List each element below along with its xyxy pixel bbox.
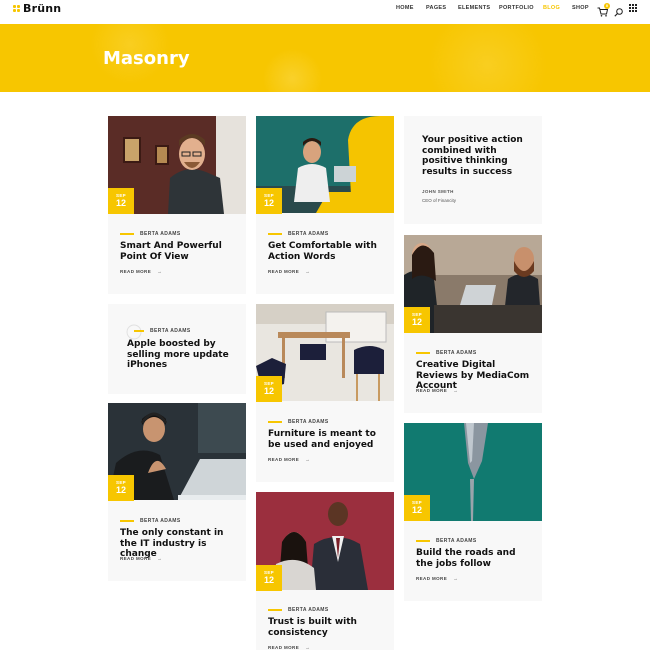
logo-text: Brünn — [23, 2, 62, 15]
nav-home[interactable]: HOME — [396, 5, 414, 11]
post-author[interactable]: BERTA ADAMS — [288, 607, 329, 613]
post-title[interactable]: Smart And Powerful Point Of View — [120, 241, 236, 262]
date-badge: SEP 12 — [256, 565, 282, 591]
post-author[interactable]: BERTA ADAMS — [436, 350, 477, 356]
nav-pages[interactable]: PAGES — [426, 5, 446, 11]
blog-card[interactable]: SEP 12 BERTA ADAMS Creative Digital Revie… — [404, 235, 542, 413]
arrow-right-icon: → — [305, 457, 311, 462]
post-title[interactable]: Apple boosted by selling more update iPh… — [127, 339, 237, 371]
post-title[interactable]: The only constant in the IT industry is … — [120, 528, 236, 560]
blog-card[interactable]: BERTA ADAMS Apple boosted by selling mor… — [108, 304, 246, 394]
post-author[interactable]: BERTA ADAMS — [436, 538, 477, 544]
post-meta: BERTA ADAMS — [416, 350, 477, 356]
nav-shop[interactable]: SHOP — [572, 5, 589, 11]
post-meta: BERTA ADAMS — [120, 231, 181, 237]
quote-author: JOHN SMITH — [422, 189, 454, 194]
post-author[interactable]: BERTA ADAMS — [288, 231, 329, 237]
nav-elements[interactable]: ELEMENTS — [458, 5, 490, 11]
date-badge: SEP 12 — [256, 376, 282, 402]
date-badge: SEP 12 — [108, 475, 134, 501]
post-author[interactable]: BERTA ADAMS — [150, 328, 191, 334]
quote-text: Your positive action combined with posit… — [422, 135, 523, 177]
cart-icon[interactable]: 0 — [597, 3, 610, 17]
post-title[interactable]: Furniture is meant to be used and enjoye… — [268, 429, 384, 450]
post-meta: BERTA ADAMS — [134, 328, 191, 334]
arrow-right-icon: → — [157, 556, 163, 561]
page-title: Masonry — [103, 48, 190, 69]
read-more-link[interactable]: READ MORE → — [120, 556, 162, 561]
hero-pattern — [0, 24, 650, 92]
date-badge: SEP 12 — [404, 495, 430, 521]
post-author[interactable]: BERTA ADAMS — [140, 231, 181, 237]
arrow-right-icon: → — [305, 269, 311, 274]
read-more-link[interactable]: READ MORE → — [268, 269, 310, 274]
blog-card[interactable]: SEP 12 BERTA ADAMS Get Comfortable with A… — [256, 116, 394, 294]
quote-card[interactable]: Your positive action combined with posit… — [404, 116, 542, 224]
read-more-link[interactable]: READ MORE → — [268, 457, 310, 462]
post-title[interactable]: Get Comfortable with Action Words — [268, 241, 384, 262]
date-badge: SEP 12 — [256, 188, 282, 214]
arrow-right-icon: → — [453, 388, 459, 393]
post-meta: BERTA ADAMS — [268, 607, 329, 613]
quote-author-role: CEO of Financity — [422, 198, 457, 203]
post-title[interactable]: Build the roads and the jobs follow — [416, 548, 532, 569]
arrow-right-icon: → — [157, 269, 163, 274]
post-meta: BERTA ADAMS — [416, 538, 477, 544]
site-logo[interactable]: Brünn — [13, 2, 61, 15]
page-hero: Masonry — [0, 24, 650, 92]
post-title[interactable]: Creative Digital Reviews by MediaCom Acc… — [416, 360, 532, 392]
post-title[interactable]: Trust is built with consistency — [268, 617, 384, 638]
post-meta: BERTA ADAMS — [120, 518, 181, 524]
read-more-link[interactable]: READ MORE → — [120, 269, 162, 274]
apps-grid-icon[interactable] — [629, 4, 637, 12]
cart-count-badge: 0 — [604, 3, 610, 9]
blog-card[interactable]: SEP 12 BERTA ADAMS Smart And Powerful Poi… — [108, 116, 246, 294]
post-meta: BERTA ADAMS — [268, 231, 329, 237]
post-meta: BERTA ADAMS — [268, 419, 329, 425]
blog-card[interactable]: SEP 12 BERTA ADAMS Build the roads and th… — [404, 423, 542, 601]
search-icon[interactable] — [614, 4, 624, 17]
post-author[interactable]: BERTA ADAMS — [288, 419, 329, 425]
nav-portfolio[interactable]: PORTFOLIO — [499, 5, 534, 11]
blog-card[interactable]: SEP 12 BERTA ADAMS Furniture is meant to … — [256, 304, 394, 482]
post-author[interactable]: BERTA ADAMS — [140, 518, 181, 524]
logo-mark-icon — [13, 5, 20, 12]
nav-blog[interactable]: BLOG — [543, 5, 560, 11]
read-more-link[interactable]: READ MORE → — [416, 576, 458, 581]
arrow-right-icon: → — [453, 576, 459, 581]
read-more-link[interactable]: READ MORE → — [416, 388, 458, 393]
arrow-right-icon: → — [305, 645, 311, 650]
blog-card[interactable]: SEP 12 BERTA ADAMS Trust is built with co… — [256, 492, 394, 650]
read-more-link[interactable]: READ MORE → — [268, 645, 310, 650]
site-header: Brünn HOME PAGES ELEMENTS PORTFOLIO BLOG… — [0, 0, 650, 24]
date-badge: SEP 12 — [404, 307, 430, 333]
blog-card[interactable]: SEP 12 BERTA ADAMS The only constant in t… — [108, 403, 246, 581]
date-badge: SEP 12 — [108, 188, 134, 214]
